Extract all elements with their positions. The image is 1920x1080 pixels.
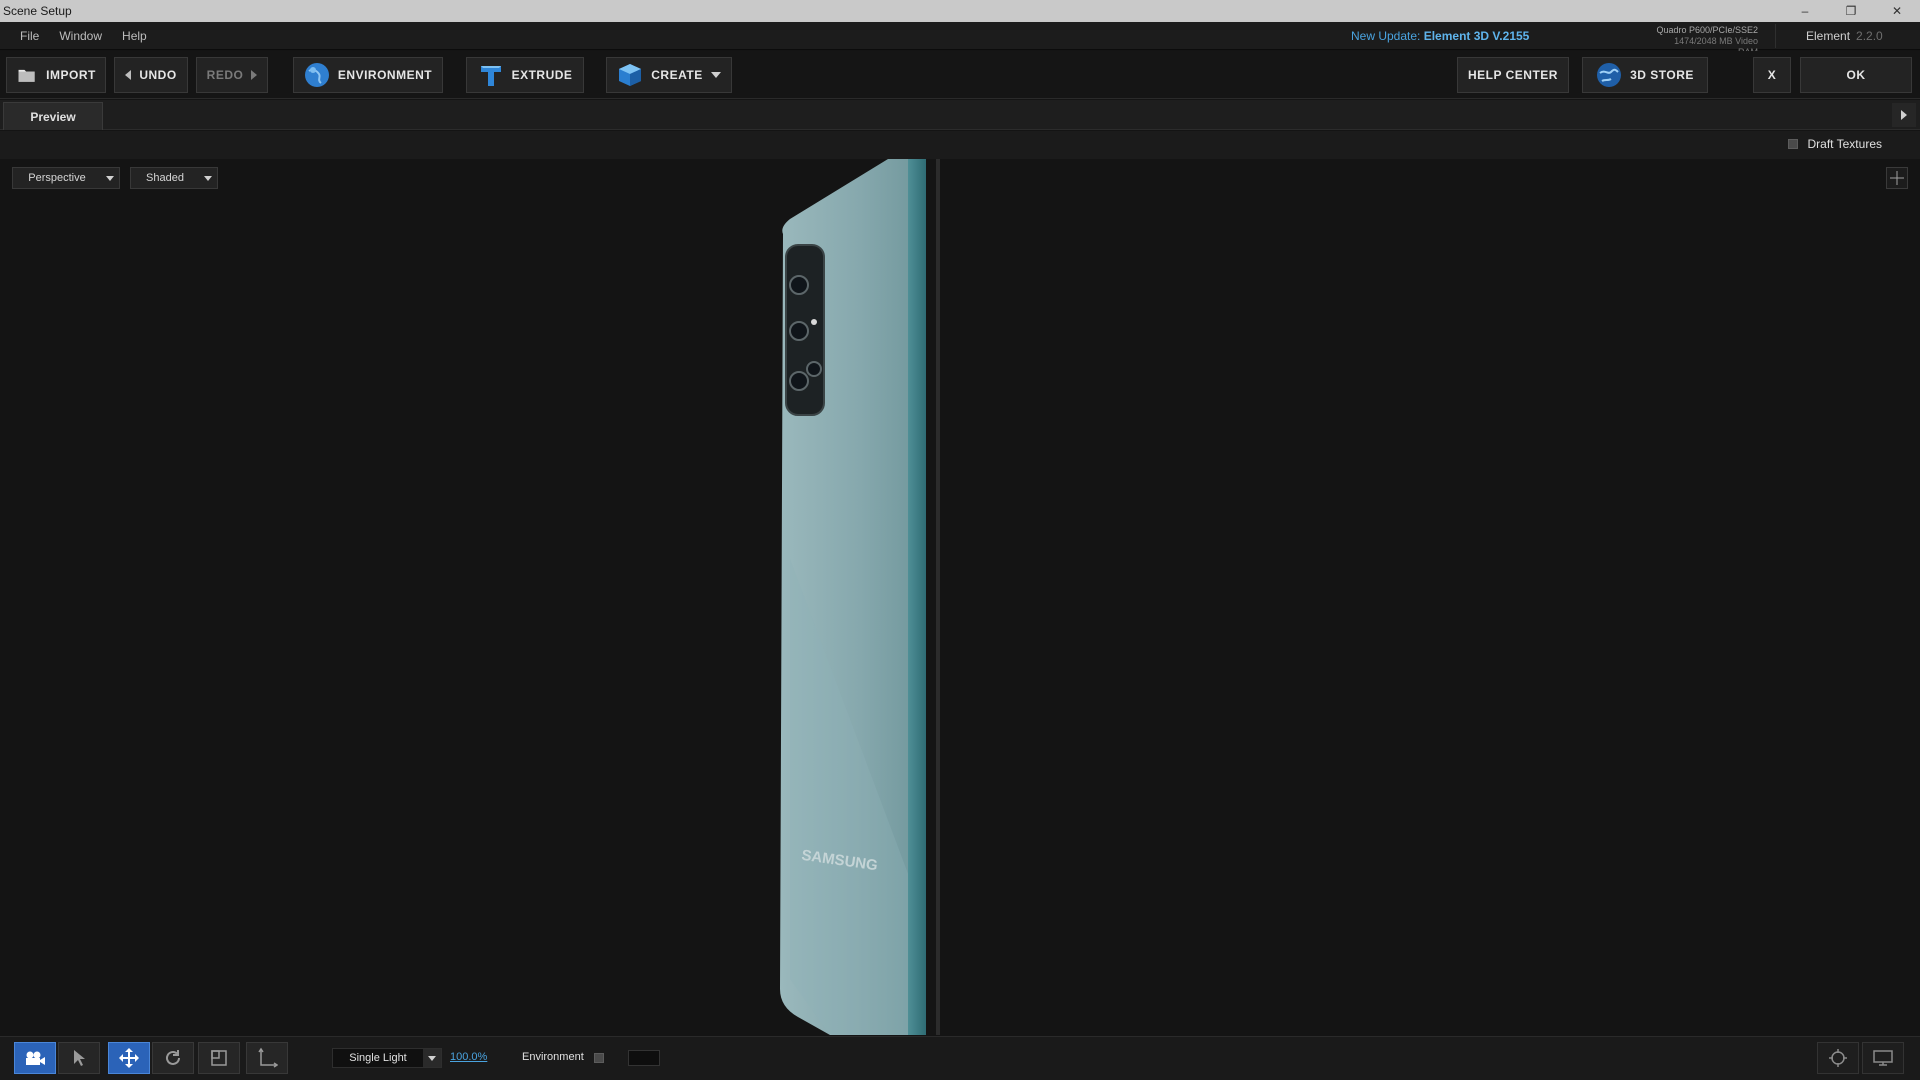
window-titlebar: Scene Setup – ❐ ✕: [0, 0, 1920, 22]
camera-lens: [789, 371, 809, 391]
cursor-arrow-icon: [74, 1050, 85, 1066]
target-gear-icon: [1829, 1049, 1847, 1067]
bottom-toolbar: Single Light 100.0% Environment: [0, 1036, 1920, 1080]
draft-textures-checkbox[interactable]: [1787, 139, 1798, 149]
undo-arrow-icon: [125, 70, 132, 80]
draft-textures-label: Draft Textures: [1807, 137, 1882, 151]
phone-frame-highlight: [936, 159, 940, 1035]
menu-divider: [1775, 24, 1776, 48]
view-mode-label: Perspective: [28, 172, 86, 184]
scale-tool-button[interactable]: [198, 1042, 240, 1074]
menu-help[interactable]: Help: [112, 29, 157, 43]
lighting-mode-select[interactable]: Single Light: [332, 1048, 442, 1068]
camera-icon: [26, 1051, 45, 1065]
axis-tool-button[interactable]: [246, 1042, 288, 1074]
ok-button[interactable]: OK: [1800, 57, 1912, 93]
lighting-mode-label: Single Light: [349, 1052, 407, 1064]
environment-label: ENVIRONMENT: [337, 68, 433, 82]
window-title: Scene Setup: [3, 4, 72, 18]
menu-window[interactable]: Window: [49, 29, 112, 43]
shading-mode-label: Shaded: [146, 172, 184, 184]
undo-button[interactable]: UNDO: [114, 57, 188, 93]
display-output-button[interactable]: [1862, 1042, 1904, 1074]
select-tool-button[interactable]: [58, 1042, 100, 1074]
chevron-down-icon: [423, 1049, 441, 1067]
environment-button[interactable]: ENVIRONMENT: [293, 57, 443, 93]
folder-icon: [18, 69, 35, 82]
help-center-label: HELP CENTER: [1468, 68, 1558, 82]
rotate-tool-button[interactable]: [152, 1042, 194, 1074]
gpu-name: Quadro P600/PCIe/SSE2: [1656, 25, 1758, 35]
move-arrows-icon: [119, 1048, 139, 1068]
extrude-button[interactable]: EXTRUDE: [466, 57, 584, 93]
move-tool-button[interactable]: [108, 1042, 150, 1074]
view-mode-select[interactable]: Perspective: [12, 167, 120, 189]
maximize-viewport-button[interactable]: [1886, 167, 1908, 189]
extrude-label: EXTRUDE: [511, 68, 573, 82]
scale-box-icon: [211, 1050, 227, 1066]
draft-textures-option[interactable]: Draft Textures: [1787, 137, 1882, 151]
cancel-label: X: [1767, 68, 1777, 82]
phone-side-edge: [908, 159, 926, 1035]
brand: Element 2.2.0: [1806, 29, 1883, 43]
monitor-icon: [1873, 1050, 1893, 1066]
create-button[interactable]: CREATE: [606, 57, 732, 93]
environment-checkbox[interactable]: [594, 1053, 604, 1063]
viewport-options-row: Draft Textures: [0, 131, 1920, 159]
camera-lens: [806, 361, 822, 377]
axis-gizmo-icon: [258, 1047, 278, 1068]
panel-expand-arrow[interactable]: [1892, 103, 1916, 127]
cube-icon: [619, 64, 642, 86]
brand-name: Element: [1806, 28, 1851, 43]
menu-bar: File Window Help New Update: Element 3D …: [0, 22, 1920, 57]
import-button[interactable]: IMPORT: [6, 57, 106, 93]
close-button[interactable]: ✕: [1874, 0, 1920, 22]
brand-version: 2.2.0: [1856, 28, 1883, 43]
crosshair-expand-icon: [1890, 171, 1904, 185]
light-intensity-value[interactable]: 100.0%: [450, 1051, 487, 1063]
window-controls: – ❐ ✕: [1782, 0, 1920, 22]
main-toolbar: IMPORT UNDO REDO ENVIRONMENT EXTRUDE CRE…: [0, 51, 1920, 99]
chevron-down-icon: [199, 175, 217, 181]
store-button[interactable]: 3D STORE: [1582, 57, 1708, 93]
globe-icon: [304, 63, 329, 87]
store-globe-icon: [1597, 63, 1622, 87]
shading-mode-select[interactable]: Shaded: [130, 167, 218, 189]
environment-toggle-label: Environment: [522, 1051, 584, 1063]
rotate-icon: [166, 1050, 180, 1065]
chevron-down-icon: [101, 175, 119, 181]
extrude-text-icon: [480, 66, 501, 86]
tab-preview[interactable]: Preview: [3, 102, 103, 130]
restore-button[interactable]: ❐: [1828, 0, 1874, 22]
panel-tab-row: Preview: [0, 100, 1920, 130]
create-dropdown-icon: [710, 72, 721, 78]
store-label: 3D STORE: [1630, 68, 1694, 82]
create-label: CREATE: [651, 68, 703, 82]
minimize-button[interactable]: –: [1782, 0, 1828, 22]
import-label: IMPORT: [46, 68, 96, 82]
redo-arrow-icon: [251, 70, 258, 80]
camera-lens: [789, 321, 809, 341]
help-center-button[interactable]: HELP CENTER: [1457, 57, 1569, 93]
phone-3d-model[interactable]: SAMSUNG: [770, 159, 970, 1035]
ok-label: OK: [1846, 68, 1866, 82]
chevron-right-icon: [1901, 110, 1907, 120]
redo-label: REDO: [206, 68, 244, 82]
update-notice[interactable]: New Update: Element 3D V.2155: [1351, 29, 1529, 43]
update-prefix: New Update:: [1351, 28, 1421, 43]
camera-tool-button[interactable]: [14, 1042, 56, 1074]
3d-viewport[interactable]: Perspective Shaded SAMSUNG: [0, 159, 1920, 1035]
cancel-button[interactable]: X: [1753, 57, 1791, 93]
camera-flash: [811, 319, 817, 325]
menu-file[interactable]: File: [0, 29, 49, 43]
camera-lens: [789, 275, 809, 295]
viewport-settings-button[interactable]: [1817, 1042, 1859, 1074]
undo-label: UNDO: [139, 68, 177, 82]
redo-button[interactable]: REDO: [196, 57, 268, 93]
environment-color-swatch[interactable]: [628, 1050, 660, 1066]
update-version: Element 3D V.2155: [1423, 28, 1530, 43]
